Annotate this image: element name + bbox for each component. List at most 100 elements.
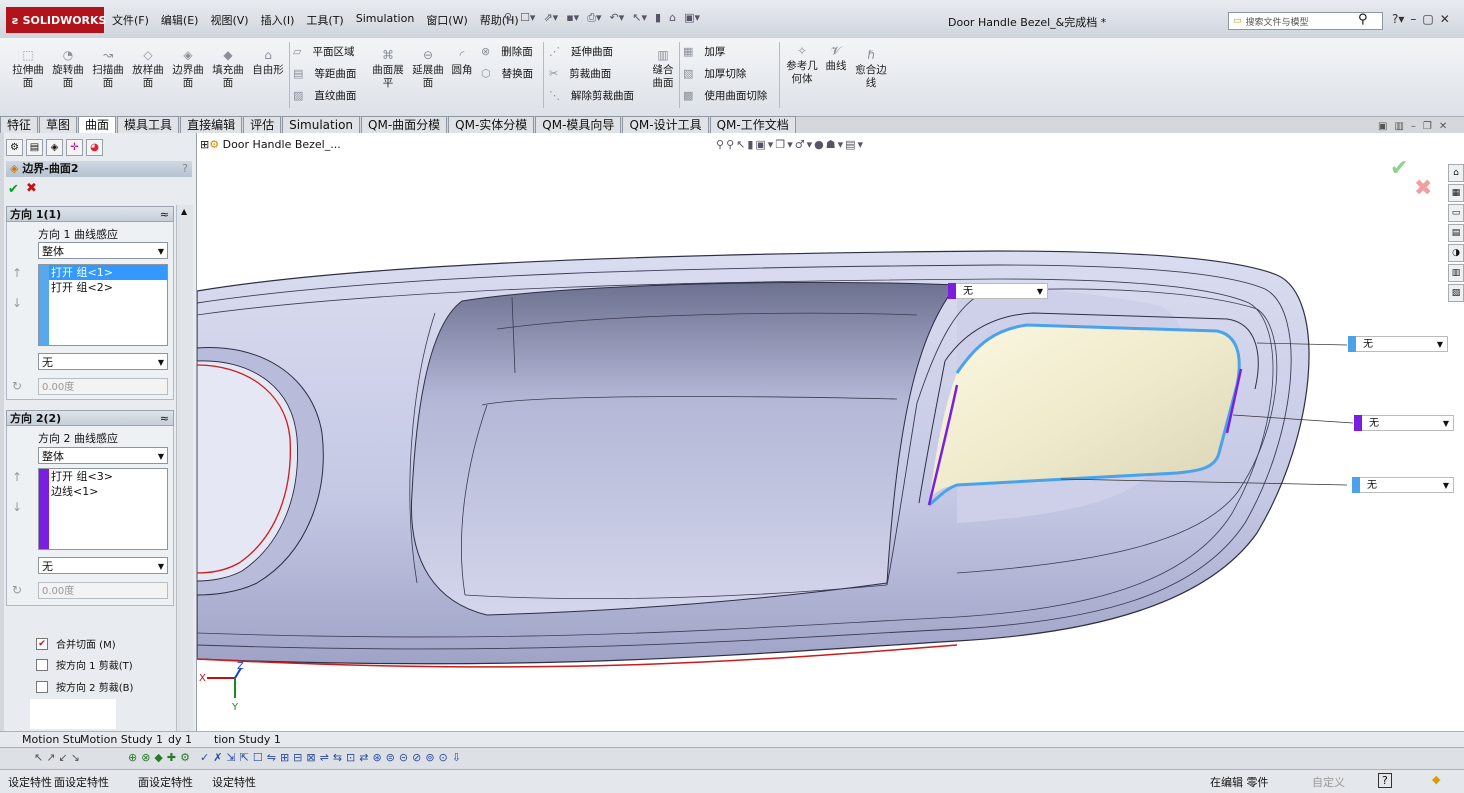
dimxpert-icon[interactable]: ✛ [66,139,83,156]
trim-dir2-checkbox[interactable]: 按方向 2 剪裁(B) [36,679,133,694]
tangent-tag-right-2[interactable]: 无 ▼ [1354,415,1454,431]
tab-features[interactable]: 特征 [0,116,39,133]
planar-surface-button[interactable]: ▱ 平面区域 [293,44,354,59]
revolve-surface-button[interactable]: ◔ 旋转曲面 [48,48,88,90]
dir2-tangent-select[interactable]: 无 ▼ [38,557,168,574]
tangent-tag-right-1[interactable]: 无 ▼ [1348,336,1448,352]
dir2-angle-input[interactable]: 0.00度 [38,582,168,599]
untrim-surface-button[interactable]: ⋱ 解除剪裁曲面 [549,88,634,103]
menu-edit[interactable]: 编辑(E) [161,12,199,28]
extrude-surface-button[interactable]: ⬚ 拉伸曲面 [8,48,48,90]
tab-motion-study-3[interactable]: tion Study 1 [214,733,281,746]
move-down-icon[interactable]: ↓ [12,500,22,514]
dir1-influence-select[interactable]: 整体 ▼ [38,242,168,259]
tab-direct-edit[interactable]: 直接编辑 [180,116,243,133]
tile-icon[interactable]: ▣ [1378,121,1387,132]
dir2-influence-select[interactable]: 整体 ▼ [38,447,168,464]
tab-sketch[interactable]: 草图 [39,116,78,133]
display-manager-icon[interactable]: ◕ [86,139,103,156]
status-help[interactable]: ? [1378,773,1392,788]
move-up-icon[interactable]: ↑ [12,470,22,484]
tab-motion-study-2[interactable]: dy 1 [168,733,192,746]
knit-surface-button[interactable]: ▥ 缝合 曲面 [648,48,678,90]
tangent-tag-right-3[interactable]: 无 ▼ [1352,477,1454,493]
zoom-fit-icon[interactable]: ⚲ [716,138,726,151]
dir2-curves-list[interactable]: 打开 组<3> 边线<1> [38,468,168,550]
ruled-surface-button[interactable]: ▨ 直纹曲面 [293,88,356,103]
select-icon[interactable]: ↖▾ [632,11,647,25]
close-icon[interactable]: ✕ [1440,12,1450,26]
list-item[interactable]: 打开 组<1> [39,265,167,280]
tab-qm-work-docs[interactable]: QM-工作文档 [709,116,796,133]
fillet-button[interactable]: ◜ 圆角 [448,48,476,77]
feature-tree-flyout[interactable]: ⊞⚙ Door Handle Bezel_... [200,138,341,151]
help-icon[interactable]: ?▾ [1392,12,1404,26]
boundary-surface-button[interactable]: ◈ 边界曲面 [168,48,208,90]
tab-mold-tools[interactable]: 模具工具 [117,116,180,133]
feature-manager-icon[interactable]: ⚙ [6,139,23,156]
pm-scrollbar[interactable]: ▲ [176,205,193,731]
offset-surface-button[interactable]: ▤ 等距曲面 [293,66,356,81]
previous-view-icon[interactable]: ↖ [736,138,747,151]
center-pocket[interactable] [410,281,959,616]
pin-icon[interactable]: ⚲ [504,11,512,25]
restore-icon[interactable]: ▢ [1422,12,1433,26]
tab-qm-surface-split[interactable]: QM-曲面分模 [361,116,448,133]
list-item[interactable]: 边线<1> [39,484,167,499]
graphics-area[interactable]: X Y Z [197,133,1464,731]
extend-surface-button[interactable]: ⋰ 延伸曲面 [549,44,613,59]
config-manager-icon[interactable]: ◈ [46,139,63,156]
scene-icon[interactable]: ☗▾ [826,138,845,151]
loft-surface-button[interactable]: ◇ 放样曲面 [128,48,168,90]
tab-surfaces[interactable]: 曲面 [78,116,117,133]
undo-icon[interactable]: ↶▾ [610,11,625,25]
open-icon[interactable]: ⇗▾ [543,11,558,25]
file-explorer-icon[interactable]: ▭ [1448,204,1464,222]
collapse-icon[interactable]: ≈ [160,207,169,223]
menu-file[interactable]: 文件(F) [112,12,149,28]
rebuild-status-icon[interactable]: ◆ [1432,773,1440,786]
surface-cut-button[interactable]: ▩ 使用曲面切除 [683,88,767,103]
solidworks-logo[interactable]: ƨ SOLIDWORKS [6,7,106,33]
view-settings-icon[interactable]: ▤▾ [845,138,865,151]
merge-tangent-faces-checkbox[interactable]: ✔ 合并切面 (M) [36,636,116,651]
home-icon[interactable]: ⌂ [1448,164,1464,182]
confirm-corner-ok-icon[interactable]: ✔ [1390,156,1408,181]
trim-surface-button[interactable]: ✂ 剪裁曲面 [549,66,611,81]
display-style-icon[interactable]: ❒▾ [775,138,794,151]
thicken-cut-button[interactable]: ▧ 加厚切除 [683,66,746,81]
replace-face-button[interactable]: ⬡ 替换面 [481,66,533,81]
appearances-icon[interactable]: ◑ [1448,244,1464,262]
trim-dir1-checkbox[interactable]: 按方向 1 剪裁(T) [36,657,133,672]
tab-evaluate[interactable]: 评估 [243,116,282,133]
tab-qm-design-tools[interactable]: QM-设计工具 [622,116,709,133]
menu-tools[interactable]: 工具(T) [306,12,343,28]
extend-surface-big-button[interactable]: ⊖ 延展曲面 [408,48,448,90]
zoom-area-icon[interactable]: ⚲ [726,138,736,151]
tangent-tag-top[interactable]: 无 ▼ [948,283,1048,299]
print-icon[interactable]: ⎙▾ [587,11,601,25]
property-manager-icon[interactable]: ▤ [26,139,43,156]
rebuild-icon[interactable]: ▮ [655,11,661,25]
tab-motion-study-1[interactable]: Motion Study 1 [80,733,163,746]
surface-tools-icons[interactable]: ✓✗⇲⇱☐⇋⊞⊟⊠⇌⇆⊡⇄⊛⊜⊝⊘⊚⊙⇩ [200,751,465,764]
tab-motion-study-partial[interactable]: Motion Stu [22,733,81,746]
curves-button[interactable]: 𝓥 曲线 [822,44,850,73]
freeform-button[interactable]: ⌂ 自由形 [248,48,288,77]
ok-button[interactable]: ✔ [8,182,19,197]
list-item[interactable]: 打开 组<3> [39,469,167,484]
sketch-tools-icons[interactable]: ↖↗↙↘ [34,751,83,764]
forum-icon[interactable]: ▧ [1448,284,1464,302]
tile2-icon[interactable]: ▥ [1394,121,1403,132]
view-orientation-icon[interactable]: ▣▾ [755,138,775,151]
appearance-icon[interactable]: ● [814,138,826,151]
tab-qm-mold-wizard[interactable]: QM-模具向导 [535,116,622,133]
hide-show-icon[interactable]: ♂▾ [795,138,814,151]
reference-geometry-button[interactable]: ✧ 参考几 何体 [783,44,821,86]
menu-simulation[interactable]: Simulation [356,12,415,28]
flatten-surface-button[interactable]: ⌘ 曲面展平 [368,48,408,90]
thicken-button[interactable]: ▦ 加厚 [683,44,725,59]
heal-edges-button[interactable]: ℏ 愈合边线 [852,48,890,90]
file-props-icon[interactable]: ⌂ [669,11,676,25]
minimize-icon[interactable]: – [1410,12,1416,26]
